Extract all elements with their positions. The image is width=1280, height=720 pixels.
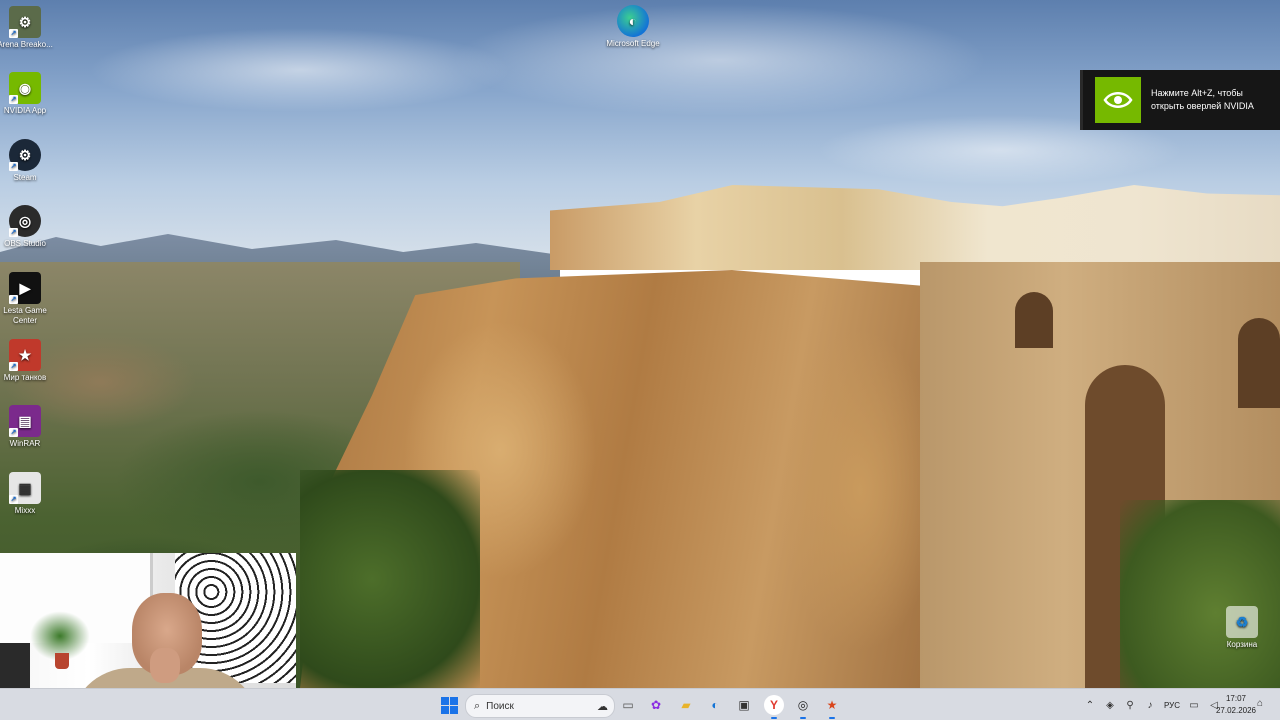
- lesta-game-center-icon: ▶ ↗: [9, 272, 41, 304]
- nvidia-notification-text: Нажмите Alt+Z, чтобы открыть оверлей NVI…: [1151, 88, 1254, 111]
- desktop: ⚙ ↗ Arena Breako... ◉ ↗ NVIDIA App ⚙ ↗ Stea…: [0, 0, 1280, 720]
- nvidia-overlay-notification[interactable]: Нажмите Alt+Z, чтобы открыть оверлей NVI…: [1080, 70, 1280, 130]
- obs-taskbar-icon: ◎: [797, 698, 809, 712]
- edge-taskbar-icon: ◐: [711, 698, 719, 712]
- desktop-icon-mir-tankov[interactable]: ★ ↗ Мир танков: [0, 339, 55, 383]
- yandex-browser-icon: Y: [769, 698, 778, 712]
- desktop-icon-arena-breakout[interactable]: ⚙ ↗ Arena Breako...: [0, 6, 55, 50]
- wallpaper-bridge-window: [1015, 292, 1053, 348]
- desktop-icon-label: Arena Breako...: [0, 40, 53, 49]
- webcam-plant-pot: [55, 653, 69, 669]
- clock-time: 17:07: [1225, 694, 1247, 703]
- desktop-icon-obs-studio[interactable]: ◎ ↗ OBS Studio: [0, 205, 55, 249]
- notification-bell-icon[interactable]: ⌂: [1257, 698, 1263, 709]
- microphone-icon[interactable]: ⚲: [1123, 700, 1137, 711]
- game-center-taskbar-icon: ★: [826, 698, 838, 712]
- search-placeholder: Поиск: [486, 700, 514, 712]
- network-app-icon[interactable]: ◈: [1103, 700, 1117, 711]
- taskbar-app-yandex-browser[interactable]: Y: [764, 695, 784, 719]
- colorful-app-icon: ✿: [650, 698, 662, 712]
- nvidia-logo-icon: [1095, 77, 1141, 123]
- obs-studio-icon: ◎ ↗: [9, 205, 41, 237]
- desktop-icon-label: WinRAR: [9, 439, 41, 448]
- taskbar-app-colorful[interactable]: ✿: [646, 695, 666, 715]
- mixxx-icon: ▦ ↗: [9, 472, 41, 504]
- active-indicator: [829, 717, 835, 719]
- desktop-icon-label: NVIDIA App: [3, 106, 47, 115]
- taskbar-app-edge[interactable]: ◐: [705, 695, 725, 715]
- taskbar-app-file-explorer[interactable]: ▰: [676, 695, 696, 715]
- desktop-icon-nvidia-app[interactable]: ◉ ↗ NVIDIA App: [0, 72, 55, 116]
- taskbar-search[interactable]: ⌕ Поиск ☁: [465, 694, 615, 718]
- desktop-icon-label: Lesta Game Center: [3, 306, 47, 325]
- taskbar: ⌕ Поиск ☁ ▭ ✿ ▰ ◐ ▣ Y ◎ ★ ⌃ ◈ ⚲ ♪ РУС ▭ …: [0, 688, 1280, 720]
- desktop-icon-recycle-bin[interactable]: ♻ Корзина: [1212, 606, 1272, 650]
- desktop-icon-steam[interactable]: ⚙ ↗ Steam: [0, 139, 55, 183]
- wifi-icon[interactable]: ▭: [1187, 700, 1201, 711]
- language-indicator[interactable]: РУС: [1164, 701, 1180, 710]
- task-view-button[interactable]: ▭: [618, 695, 638, 715]
- active-indicator: [771, 717, 777, 719]
- taskbar-clock[interactable]: 17:07 27.02.2026: [1214, 693, 1258, 717]
- webcam-person-hand: [150, 648, 180, 683]
- desktop-icon-label: Mixxx: [14, 506, 36, 515]
- wallpaper-trees: [1120, 500, 1280, 688]
- active-indicator: [800, 717, 806, 719]
- desktop-icon-mixxx[interactable]: ▦ ↗ Mixxx: [0, 472, 55, 516]
- steam-icon: ⚙ ↗: [9, 139, 41, 171]
- start-button[interactable]: [439, 695, 459, 715]
- desktop-icon-microsoft-edge[interactable]: ◐ Microsoft Edge: [603, 5, 663, 49]
- folder-icon: ▰: [681, 698, 691, 712]
- clock-date: 27.02.2026: [1215, 706, 1257, 715]
- desktop-icon-label: Корзина: [1226, 640, 1258, 649]
- taskbar-app-game-center[interactable]: ★: [822, 695, 842, 719]
- recycle-bin-icon: ♻: [1226, 606, 1258, 638]
- desktop-icon-label: Мир танков: [3, 373, 47, 382]
- desktop-icon-label: Steam: [13, 173, 37, 182]
- taskbar-app-obs[interactable]: ◎: [793, 695, 813, 719]
- file-explorer-icon: ▭: [622, 698, 634, 712]
- desktop-icon-label: Microsoft Edge: [606, 39, 660, 48]
- search-icon: ⌕: [474, 699, 481, 712]
- windows-logo-icon: [440, 696, 458, 714]
- desktop-icon-label: OBS Studio: [4, 239, 46, 248]
- desktop-icon-winrar[interactable]: ▤ ↗ WinRAR: [0, 405, 55, 449]
- microsoft-edge-icon: ◐: [617, 5, 649, 37]
- arena-breakout-icon: ⚙ ↗: [9, 6, 41, 38]
- volume-icon[interactable]: ♪: [1143, 700, 1157, 711]
- wallpaper-bridge-window: [1238, 318, 1280, 408]
- desktop-icon-lesta-game-center[interactable]: ▶ ↗ Lesta Game Center: [0, 272, 55, 326]
- winrar-icon: ▤ ↗: [9, 405, 41, 437]
- search-highlight-icon: ☁: [597, 700, 608, 713]
- taskbar-app-store[interactable]: ▣: [734, 695, 754, 715]
- store-icon: ▣: [738, 698, 750, 712]
- show-hidden-icons-chevron-icon[interactable]: ⌃: [1083, 700, 1097, 711]
- mir-tankov-icon: ★ ↗: [9, 339, 41, 371]
- nvidia-app-icon: ◉ ↗: [9, 72, 41, 104]
- wallpaper-trees: [300, 470, 480, 688]
- system-tray: ⌃ ◈ ⚲ ♪ РУС ▭ ◁: [1080, 689, 1224, 720]
